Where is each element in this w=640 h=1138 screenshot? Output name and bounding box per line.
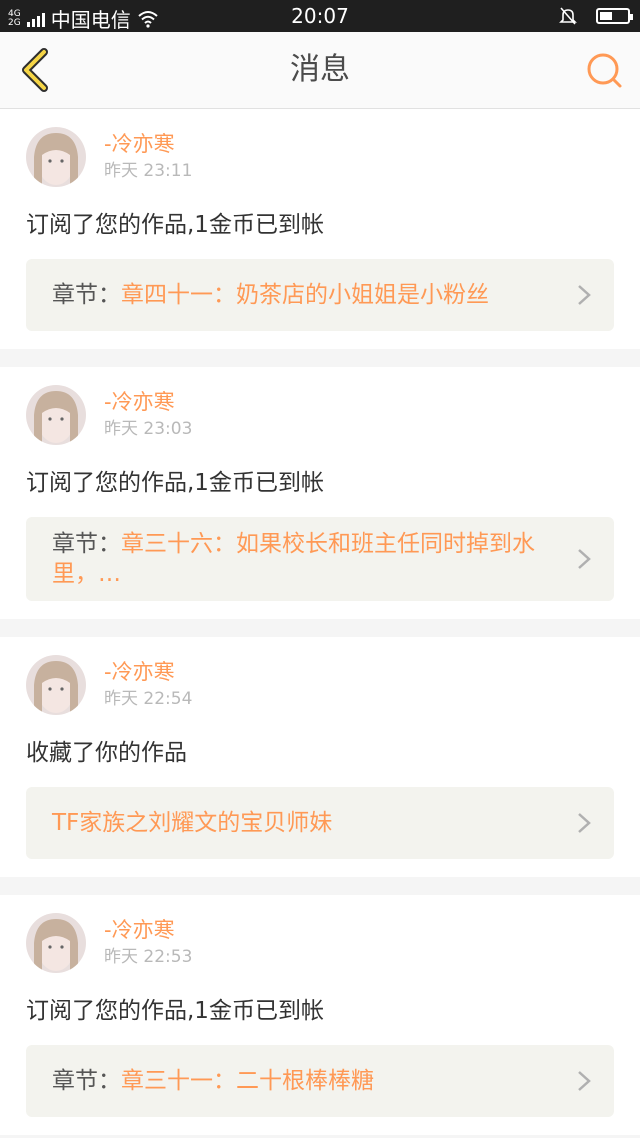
chapter-title: 章三十六：如果校长和班主任同时掉到水里，…: [52, 531, 535, 587]
chapter-link[interactable]: 章节：章三十一：二十根棒棒糖: [26, 1045, 614, 1117]
message-user: -冷亦寒 昨天 23:03: [26, 367, 614, 445]
user-name[interactable]: -冷亦寒: [104, 916, 192, 944]
user-name[interactable]: -冷亦寒: [104, 388, 192, 416]
search-icon[interactable]: [584, 50, 624, 90]
user-name[interactable]: -冷亦寒: [104, 130, 192, 158]
bell-muted-icon: [559, 7, 577, 25]
message-time: 昨天 22:53: [104, 947, 193, 967]
message-card: -冷亦寒 昨天 23:03 订阅了您的作品,1金币已到帐 章节：章三十六：如果校…: [0, 367, 640, 619]
message-text: 订阅了您的作品,1金币已到帐: [26, 470, 324, 496]
message-user: -冷亦寒 昨天 22:53: [26, 895, 614, 973]
avatar[interactable]: [26, 385, 86, 445]
status-bar: 4G 2G 中国电信 20:07: [0, 0, 640, 32]
nav-header: 消息: [0, 32, 640, 109]
avatar[interactable]: [26, 655, 86, 715]
message-card: -冷亦寒 昨天 23:11 订阅了您的作品,1金币已到帐 章节：章四十一：奶茶店…: [0, 109, 640, 349]
status-time: 20:07: [291, 4, 349, 28]
avatar[interactable]: [26, 127, 86, 187]
message-card: -冷亦寒 昨天 22:53 订阅了您的作品,1金币已到帐 章节：章三十一：二十根…: [0, 895, 640, 1135]
message-text: 订阅了您的作品,1金币已到帐: [26, 998, 324, 1024]
chapter-link[interactable]: 章节：章三十六：如果校长和班主任同时掉到水里，…: [26, 517, 614, 601]
message-user: -冷亦寒 昨天 22:54: [26, 637, 614, 715]
message-time: 昨天 23:03: [104, 419, 193, 439]
message-text: 订阅了您的作品,1金币已到帐: [26, 212, 324, 238]
user-name[interactable]: -冷亦寒: [104, 658, 192, 686]
chapter-title: 章四十一：奶茶店的小姐姐是小粉丝: [121, 282, 489, 308]
chapter-prefix: 章节：: [52, 1068, 121, 1094]
chevron-right-icon: [578, 1071, 591, 1091]
avatar[interactable]: [26, 913, 86, 973]
chevron-right-icon: [578, 549, 591, 569]
chapter-title: 章三十一：二十根棒棒糖: [121, 1068, 374, 1094]
status-right: [558, 6, 633, 26]
work-title: TF家族之刘耀文的宝贝师妹: [52, 810, 333, 836]
chapter-link[interactable]: 章节：章四十一：奶茶店的小姐姐是小粉丝: [26, 259, 614, 331]
chapter-prefix: 章节：: [52, 282, 121, 308]
work-link[interactable]: TF家族之刘耀文的宝贝师妹: [26, 787, 614, 859]
battery-icon: [596, 8, 633, 24]
chevron-right-icon: [578, 285, 591, 305]
chapter-prefix: 章节：: [52, 531, 121, 557]
message-user: -冷亦寒 昨天 23:11: [26, 109, 614, 187]
chevron-right-icon: [578, 813, 591, 833]
message-card: -冷亦寒 昨天 22:54 收藏了你的作品 TF家族之刘耀文的宝贝师妹: [0, 637, 640, 877]
message-text: 收藏了你的作品: [26, 740, 187, 766]
message-time: 昨天 23:11: [104, 161, 193, 181]
page-title: 消息: [290, 52, 350, 87]
message-time: 昨天 22:54: [104, 689, 193, 709]
